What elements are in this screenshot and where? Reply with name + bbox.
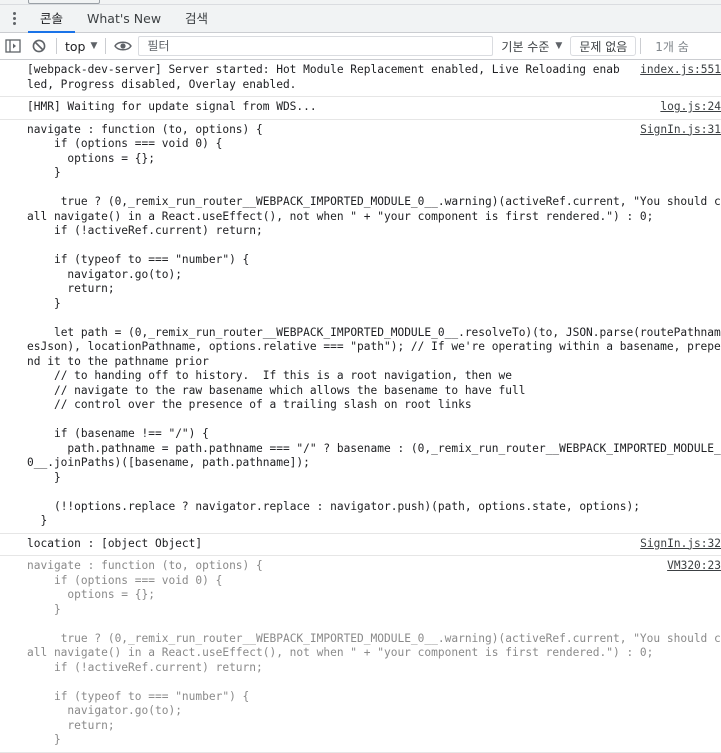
message-text: location : [object Object] bbox=[27, 536, 203, 550]
console-message: [webpack-dev-server] Server started: Hot… bbox=[0, 60, 721, 97]
source-link[interactable]: SignIn.js:31 bbox=[634, 122, 721, 137]
issues-button[interactable]: 문제 없음 bbox=[570, 36, 637, 56]
source-link[interactable]: index.js:551 bbox=[634, 63, 721, 78]
message-text: navigate : function (to, options) { if (… bbox=[27, 559, 721, 746]
console-message: navigate : function (to, options) { if (… bbox=[0, 120, 721, 534]
console-message: location : [object Object] SignIn.js:32 bbox=[0, 534, 721, 556]
message-text: [webpack-dev-server] Server started: Hot… bbox=[27, 63, 620, 91]
toolbar-divider bbox=[640, 38, 642, 54]
tab-whats-new[interactable]: What's New bbox=[75, 5, 173, 32]
console-message: navigate : function (to, options) { if (… bbox=[0, 556, 721, 753]
console-message: [HMR] Waiting for update signal from WDS… bbox=[0, 97, 721, 120]
toolbar-divider bbox=[105, 38, 107, 54]
context-label: top bbox=[65, 38, 86, 54]
toolbar-divider bbox=[56, 38, 57, 54]
filter-field[interactable] bbox=[138, 36, 494, 56]
tab-console[interactable]: 콘솔 bbox=[28, 5, 76, 33]
console-toolbar: top ▼ 기본 수준 ▼ 문제 없음 1개 숨 bbox=[0, 33, 721, 60]
devtools-tab-bar: 콘솔 What's New 검색 bbox=[0, 5, 721, 33]
source-link[interactable]: SignIn.js:32 bbox=[634, 536, 721, 551]
tab-search[interactable]: 검색 bbox=[173, 5, 220, 32]
log-levels-dropdown[interactable]: 기본 수준 ▼ bbox=[501, 38, 562, 55]
log-levels-label: 기본 수준 bbox=[501, 39, 550, 54]
sidebar-toggle-icon[interactable] bbox=[0, 33, 26, 59]
hidden-messages-count: 1개 숨 bbox=[655, 39, 689, 54]
context-selector[interactable]: top ▼ bbox=[61, 39, 101, 54]
clear-console-icon[interactable] bbox=[26, 33, 52, 59]
source-link[interactable]: log.js:24 bbox=[654, 100, 721, 115]
more-vertical-icon[interactable] bbox=[0, 5, 28, 32]
dropdown-arrow-icon: ▼ bbox=[555, 41, 563, 51]
message-text: [HMR] Waiting for update signal from WDS… bbox=[27, 100, 317, 113]
clipped-element bbox=[28, 0, 100, 4]
dropdown-arrow-icon: ▼ bbox=[90, 41, 98, 51]
filter-input[interactable] bbox=[145, 38, 493, 54]
console-messages: [webpack-dev-server] Server started: Hot… bbox=[0, 60, 721, 753]
message-text: navigate : function (to, options) { if (… bbox=[27, 122, 721, 528]
live-expression-eye-icon[interactable] bbox=[110, 33, 136, 59]
source-link[interactable]: VM320:23 bbox=[661, 559, 721, 574]
